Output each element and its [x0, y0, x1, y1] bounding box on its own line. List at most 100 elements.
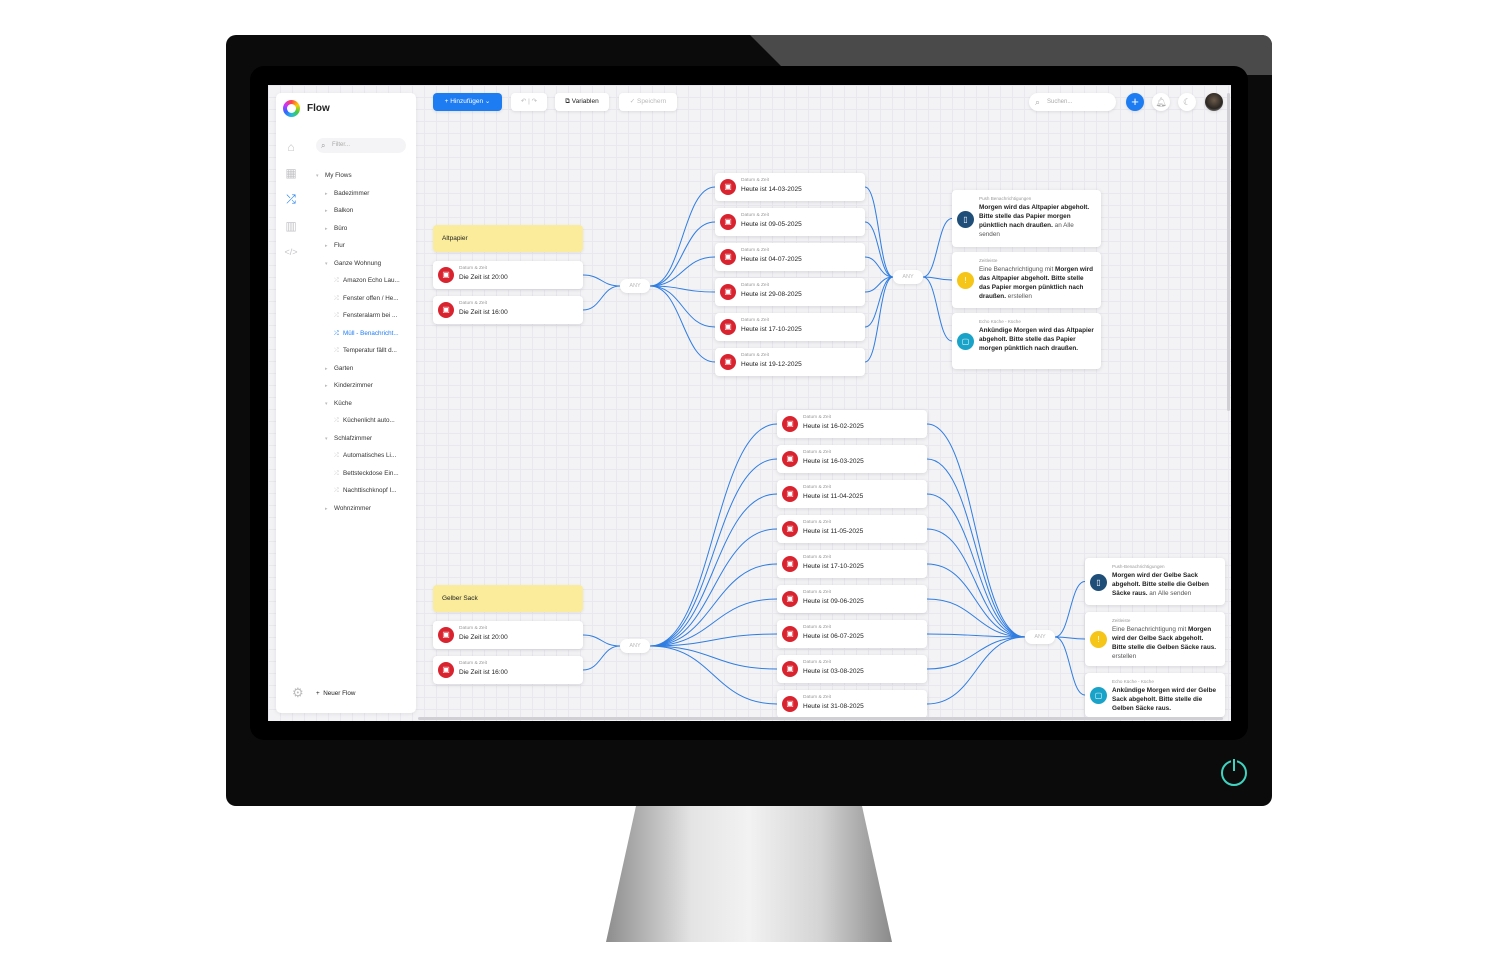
tree-item[interactable]: ▸ Kinderzimmer [316, 377, 416, 395]
save-button[interactable]: ✓ Speichern [619, 93, 677, 111]
tree-item[interactable]: ▸ Garten [316, 360, 416, 378]
tree-item[interactable]: ▸ Badezimmer [316, 185, 416, 203]
date-condition-card[interactable]: ▣ Datum & Zeit Heute ist 29-08-2025 [715, 278, 865, 306]
connection-wire [926, 423, 1026, 638]
variables-button[interactable]: ⧉ Variablen [555, 93, 609, 111]
tree-item[interactable]: ⤮ Automatisches Li... [316, 447, 416, 465]
flow-icon: ⤮ [334, 330, 339, 337]
flow-note[interactable]: Altpapier [433, 225, 583, 252]
redo-icon[interactable]: ↷ [532, 98, 537, 105]
plus-button-icon[interactable]: + [1126, 93, 1144, 111]
action-kind: Echo Küche - Küche [979, 319, 1021, 324]
flows-shuffle-icon[interactable]: ⤮ [284, 192, 298, 206]
date-condition-card[interactable]: ▣ Datum & Zeit Heute ist 04-07-2025 [715, 243, 865, 271]
tree-item[interactable]: ⤮ Müll - Benachricht... [316, 325, 416, 343]
tree-item-label: Fensteralarm bei ... [343, 312, 398, 319]
tree-item-label: Küche [334, 399, 352, 407]
time-trigger-card[interactable]: ▣ Datum & Zeit Die Zeit ist 16:00 [433, 656, 583, 684]
code-icon[interactable]: </> [284, 245, 298, 259]
chevron-icon: ▸ [325, 190, 328, 197]
undo-icon[interactable]: ↶ [521, 98, 526, 105]
date-condition-card[interactable]: ▣ Datum & Zeit Heute ist 14-03-2025 [715, 173, 865, 201]
flow-icon: ⤮ [334, 295, 339, 302]
tree-item[interactable]: ⤮ Bettsteckdose Ein... [316, 465, 416, 483]
time-trigger-card[interactable]: ▣ Datum & Zeit Die Zeit ist 20:00 [433, 621, 583, 649]
connection-wire [649, 221, 716, 287]
date-condition-card[interactable]: ▣ Datum & Zeit Heute ist 09-06-2025 [777, 585, 927, 613]
bell-icon[interactable]: 🔔︎ [1152, 93, 1170, 111]
dashboard-grid-icon[interactable]: ▦ [284, 166, 298, 180]
moon-icon[interactable]: ☾ [1178, 93, 1196, 111]
any-junction[interactable]: ANY [1025, 630, 1055, 644]
date-condition-card[interactable]: ▣ Datum & Zeit Heute ist 11-05-2025 [777, 515, 927, 543]
card-value: Heute ist 31-08-2025 [803, 703, 864, 710]
power-icon[interactable] [1221, 759, 1247, 786]
tree-item[interactable]: ⤮ Amazon Echo Lau... [316, 272, 416, 290]
vertical-scrollbar[interactable] [1227, 93, 1230, 411]
connection-wire [649, 528, 778, 647]
time-trigger-card[interactable]: ▣ Datum & Zeit Die Zeit ist 16:00 [433, 296, 583, 324]
action-card[interactable]: ▯ Push-Benachrichtigungen Morgen wird der … [1085, 558, 1225, 605]
action-card[interactable]: ! Zeitleiste Eine Benachrichtigung mit Mor… [1085, 612, 1225, 666]
tree-item[interactable]: ⤮ Nachttischknopf I... [316, 482, 416, 500]
date-condition-card[interactable]: ▣ Datum & Zeit Heute ist 11-04-2025 [777, 480, 927, 508]
tree-item[interactable]: ▾ Ganze Wohnung [316, 255, 416, 273]
new-flow-button[interactable]: + Neuer Flow [316, 690, 355, 697]
time-trigger-card[interactable]: ▣ Datum & Zeit Die Zeit ist 20:00 [433, 261, 583, 289]
any-junction[interactable]: ANY [893, 270, 923, 284]
card-kind: Datum & Zeit [741, 283, 769, 288]
any-junction[interactable]: ANY [620, 639, 650, 653]
action-card[interactable]: ▢ Echo Küche - Küche Ankündige Morgen wird… [952, 313, 1101, 369]
date-condition-card[interactable]: ▣ Datum & Zeit Heute ist 16-02-2025 [777, 410, 927, 438]
date-condition-card[interactable]: ▣ Datum & Zeit Heute ist 09-05-2025 [715, 208, 865, 236]
tree-item-label: Kinderzimmer [334, 382, 373, 389]
add-button[interactable]: + Hinzufügen ⌄ [433, 93, 502, 111]
card-value: Heute ist 17-10-2025 [803, 563, 864, 570]
tree-item[interactable]: ▸ Büro [316, 220, 416, 238]
tree-item[interactable]: ⤮ Fenster offen / He... [316, 290, 416, 308]
card-value: Heute ist 09-05-2025 [741, 221, 802, 228]
action-card[interactable]: ▢ Echo Küche - Küche Ankündige Morgen wird… [1085, 673, 1225, 717]
horizontal-scrollbar[interactable] [418, 717, 1223, 720]
tree-item[interactable]: ▸ Balkon [316, 202, 416, 220]
date-condition-card[interactable]: ▣ Datum & Zeit Heute ist 16-03-2025 [777, 445, 927, 473]
action-text: Eine Benachrichtigung mit Morgen wird de… [1112, 625, 1219, 661]
chevron-icon: ▸ [325, 383, 328, 389]
avatar[interactable] [1205, 93, 1223, 111]
filter-input[interactable]: Filter... [316, 138, 406, 153]
tree-item[interactable]: ⤮ Temperatur fällt d... [316, 342, 416, 360]
date-condition-card[interactable]: ▣ Datum & Zeit Heute ist 19-12-2025 [715, 348, 865, 376]
card-value: Die Zeit ist 16:00 [459, 309, 508, 316]
card-value: Heute ist 04-07-2025 [741, 256, 802, 263]
date-condition-card[interactable]: ▣ Datum & Zeit Heute ist 17-10-2025 [715, 313, 865, 341]
date-condition-card[interactable]: ▣ Datum & Zeit Heute ist 06-07-2025 [777, 620, 927, 648]
connection-wire [582, 634, 621, 647]
settings-gear-icon[interactable]: ⚙ [292, 685, 304, 701]
date-condition-card[interactable]: ▣ Datum & Zeit Heute ist 31-08-2025 [777, 690, 927, 718]
action-card[interactable]: ▯ Push Benachrichtigungen Morgen wird das … [952, 190, 1101, 247]
flow-note[interactable]: Gelber Sack [433, 585, 583, 612]
any-junction[interactable]: ANY [620, 279, 650, 293]
calendar-icon: ▣ [720, 354, 736, 370]
card-value: Heute ist 17-10-2025 [741, 326, 802, 333]
timeline-icon: ! [957, 272, 974, 289]
card-value: Die Zeit ist 20:00 [459, 634, 508, 641]
action-card[interactable]: ! Zeitleiste Eine Benachrichtigung mit Mor… [952, 252, 1101, 308]
date-condition-card[interactable]: ▣ Datum & Zeit Heute ist 03-08-2025 [777, 655, 927, 683]
chevron-icon: ▸ [325, 505, 328, 512]
tree-item[interactable]: ▸ Wohnzimmer [316, 500, 416, 518]
tree-item[interactable]: ⤮ Küchenlicht auto... [316, 412, 416, 430]
search-input[interactable]: Suchen... [1029, 93, 1116, 111]
calendar-icon: ▣ [782, 416, 798, 432]
insights-chart-icon[interactable]: ▥ [284, 219, 298, 233]
tree-root-my-flows[interactable]: ▾ My Flows [316, 167, 416, 185]
home-icon[interactable]: ⌂ [284, 140, 298, 154]
date-condition-card[interactable]: ▣ Datum & Zeit Heute ist 17-10-2025 [777, 550, 927, 578]
card-kind: Datum & Zeit [803, 520, 831, 525]
flow-icon: ⤮ [334, 470, 339, 477]
tree-item[interactable]: ⤮ Fensteralarm bei ... [316, 307, 416, 325]
tree-item[interactable]: ▾ Schlafzimmer [316, 430, 416, 448]
tree-item[interactable]: ▸ Flur [316, 237, 416, 255]
tree-item[interactable]: ▾ Küche [316, 395, 416, 413]
chevron-icon: ▸ [325, 243, 328, 249]
